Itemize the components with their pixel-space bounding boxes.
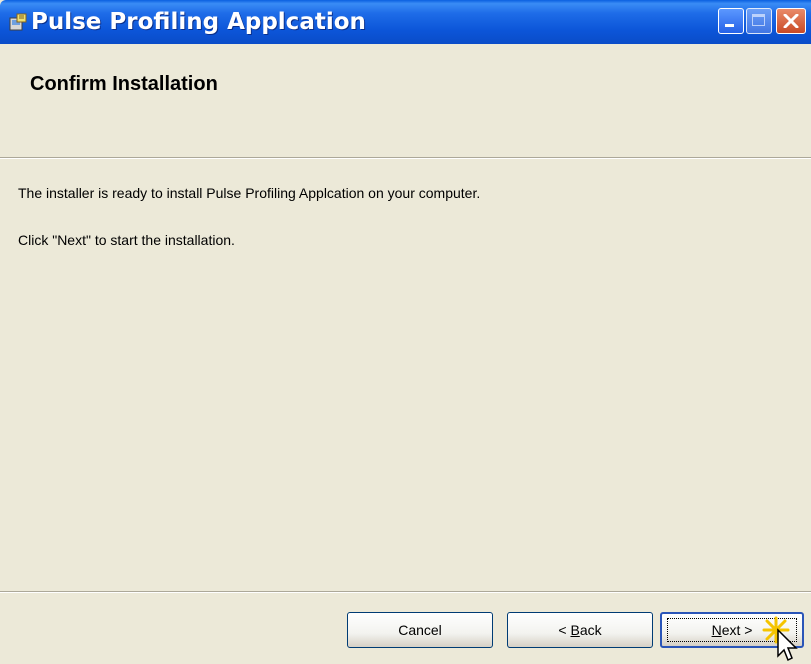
instruction-message: Click "Next" to start the installation. [18,232,235,248]
ready-message: The installer is ready to install Pulse … [18,185,481,201]
back-button-prefix: < [558,622,571,638]
header-banner: Confirm Installation [0,44,811,157]
window-title: Pulse Profiling Applcation [31,9,366,35]
maximize-button[interactable] [746,8,772,34]
header-divider [0,157,811,159]
footer-divider [0,591,811,593]
mouse-cursor-icon [762,612,806,664]
back-button[interactable]: < Back [507,612,653,648]
minimize-icon [725,24,734,27]
back-button-label: ack [579,622,602,638]
minimize-button[interactable] [718,8,744,34]
installer-window: Pulse Profiling Applcation Confirm Insta… [0,0,811,664]
back-button-accelerator: B [570,622,580,638]
close-icon [783,14,799,28]
title-bar[interactable]: Pulse Profiling Applcation [0,0,811,44]
next-button-accelerator: N [711,622,722,638]
page-title: Confirm Installation [30,73,218,95]
installer-icon [9,13,27,31]
close-button[interactable] [776,8,806,34]
maximize-icon [752,14,765,26]
next-button-label: ext > [721,622,753,638]
cancel-button[interactable]: Cancel [347,612,493,648]
